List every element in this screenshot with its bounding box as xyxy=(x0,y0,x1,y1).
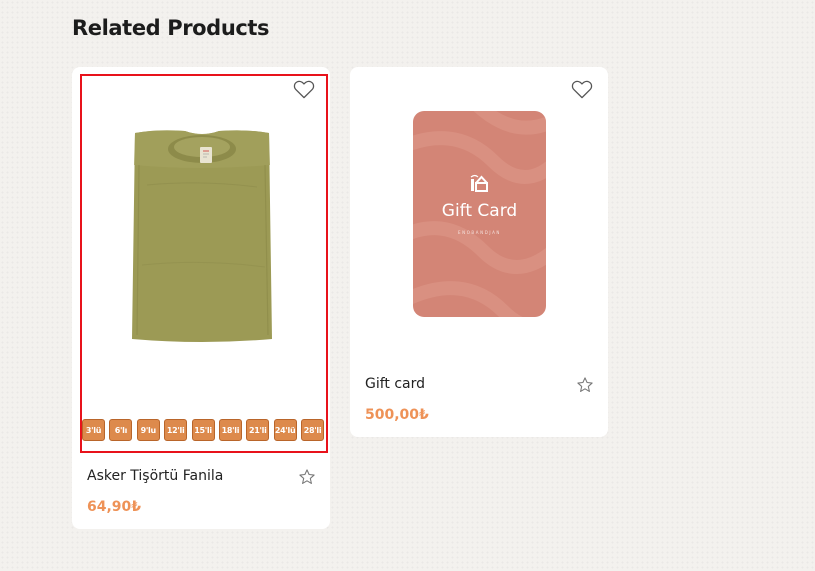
size-option-3[interactable]: 3'lü xyxy=(82,419,105,441)
size-option-9[interactable]: 9'lu xyxy=(136,419,160,441)
brand-logo-icon xyxy=(470,174,488,192)
product-image-tshirt[interactable] xyxy=(127,125,277,347)
size-option-12[interactable]: 12'li xyxy=(164,419,188,441)
size-options: 3'lü 6'lı 9'lu 12'li 15'li 18'li 21'li 2… xyxy=(82,419,324,441)
product-name[interactable]: Asker Tişörtü Fanila xyxy=(87,468,223,484)
size-option-6[interactable]: 6'lı xyxy=(109,419,133,441)
size-option-28[interactable]: 28'li xyxy=(301,419,324,441)
gift-card-title: Gift Card xyxy=(441,201,518,221)
size-option-15[interactable]: 15'li xyxy=(191,419,215,441)
product-price: 500,00₺ xyxy=(365,407,429,423)
star-icon[interactable] xyxy=(576,376,594,394)
size-option-18[interactable]: 18'li xyxy=(218,419,242,441)
heart-icon[interactable] xyxy=(293,79,315,99)
heart-icon[interactable] xyxy=(571,79,593,99)
gift-card-subtitle: ENOBANDJAN xyxy=(457,230,502,235)
product-price: 64,90₺ xyxy=(87,499,142,515)
product-name[interactable]: Gift card xyxy=(365,376,425,392)
size-option-21[interactable]: 21'li xyxy=(246,419,270,441)
product-card[interactable]: 3'lü 6'lı 9'lu 12'li 15'li 18'li 21'li 2… xyxy=(72,67,330,529)
star-icon[interactable] xyxy=(298,468,316,486)
size-option-24[interactable]: 24'lü xyxy=(273,419,297,441)
section-title: Related Products xyxy=(72,16,270,40)
product-card[interactable]: Gift Card ENOBANDJAN Gift card 500,00₺ xyxy=(350,67,608,437)
product-image-gift-card[interactable]: Gift Card ENOBANDJAN xyxy=(413,111,546,317)
